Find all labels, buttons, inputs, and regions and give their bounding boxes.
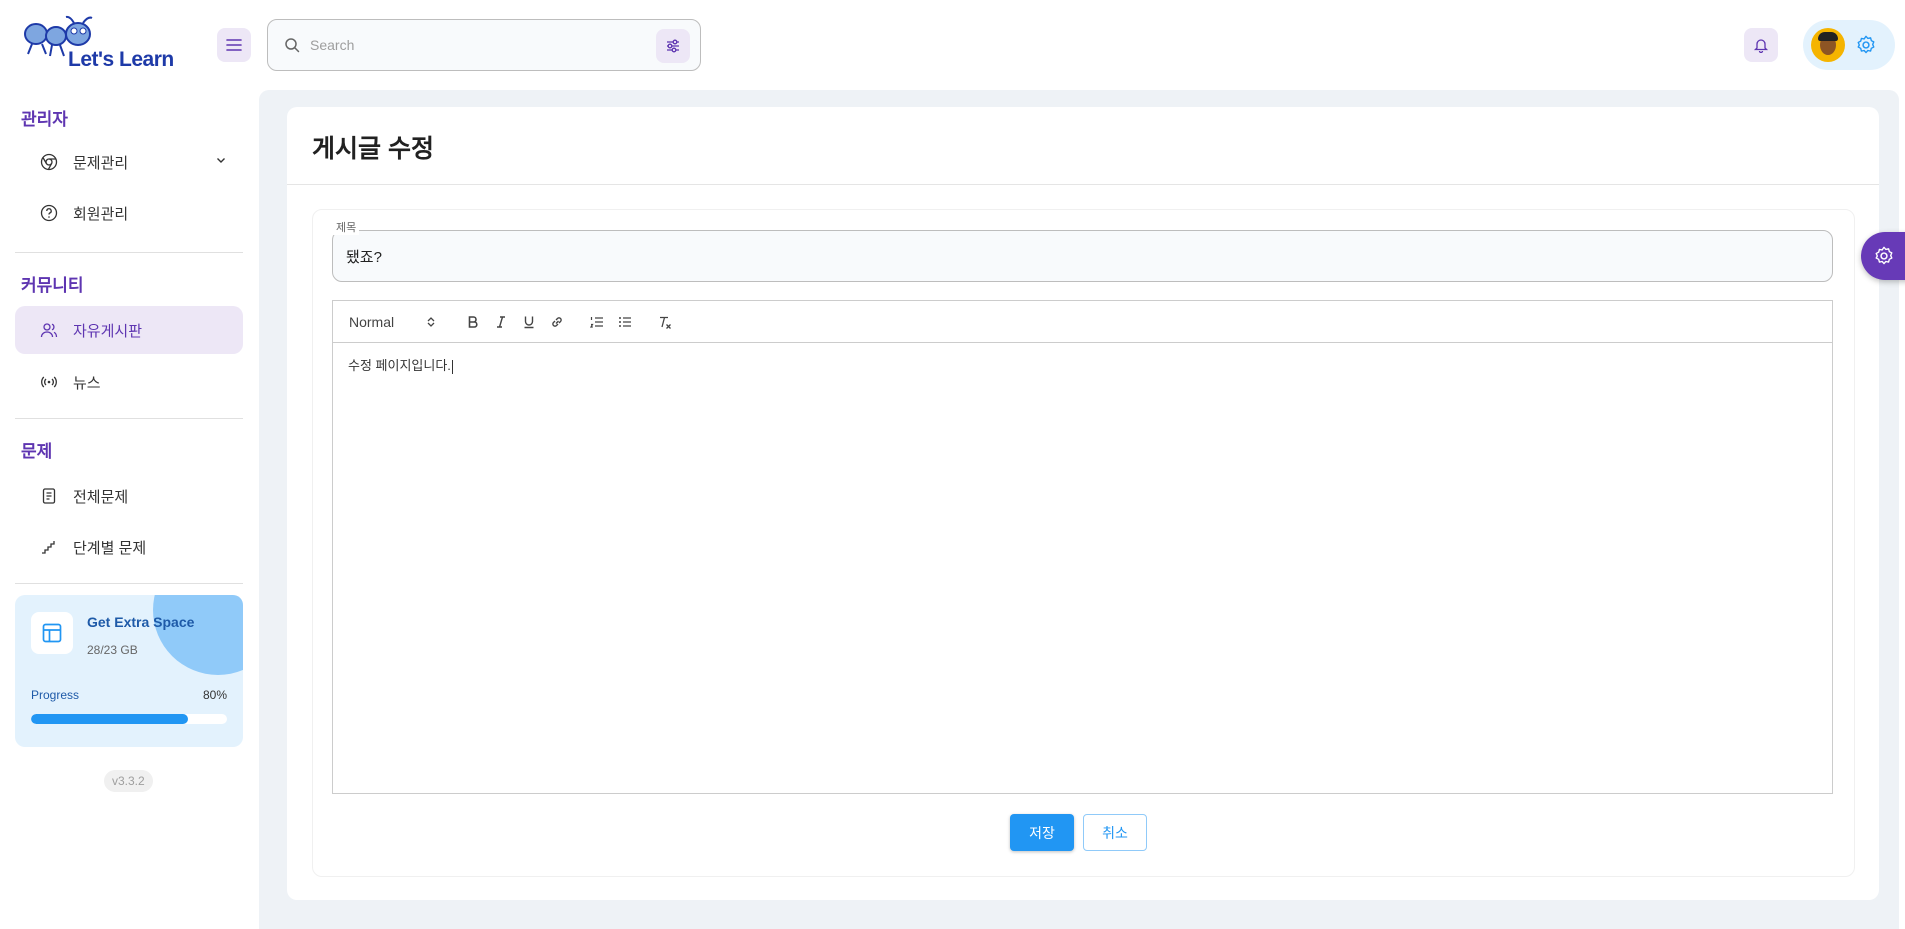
customize-settings-button[interactable]: [1861, 232, 1905, 280]
italic-icon: [497, 315, 505, 328]
format-select-value: Normal: [349, 313, 395, 330]
storage-card: Get Extra Space 28/23 GB Progress 80%: [15, 595, 243, 747]
sidebar-item-label: 회원관리: [73, 205, 129, 223]
main-content: 게시글 수정 제목 Normal: [259, 90, 1899, 929]
bullet-list-icon: [619, 316, 631, 327]
storage-usage: 28/23 GB: [87, 643, 138, 657]
editor-toolbar: Normal: [333, 301, 1832, 343]
logo[interactable]: Let's Learn: [22, 14, 182, 74]
progress-value: 80%: [202, 688, 227, 702]
sidebar-item-free-board[interactable]: 자유게시판: [15, 306, 243, 354]
sidebar-item-member-management[interactable]: 회원관리: [15, 189, 243, 237]
version-badge: v3.3.2: [104, 770, 153, 792]
section-title-admin: 관리자: [21, 110, 68, 129]
notifications-button[interactable]: [1744, 28, 1778, 62]
search-filter-button[interactable]: [656, 29, 690, 63]
save-button[interactable]: 저장: [1010, 814, 1074, 851]
progress-bar-fill: [31, 714, 188, 724]
search-icon: [285, 38, 300, 53]
sidebar: 관리자 문제관리 회원관리 커뮤니티 자유게시판 뉴스 문제 전체문제 단계별 …: [0, 90, 259, 929]
menu-toggle-button[interactable]: [217, 28, 251, 62]
broadcast-icon: [39, 372, 59, 392]
sidebar-item-label: 문제관리: [73, 154, 129, 172]
ordered-list-button[interactable]: [583, 310, 611, 334]
sidebar-item-label: 뉴스: [73, 374, 101, 392]
title-field-label: 제목: [333, 219, 360, 235]
sliders-icon: [667, 39, 679, 53]
search-input[interactable]: [310, 30, 640, 60]
table-icon: [42, 623, 62, 643]
sidebar-item-problem-management[interactable]: 문제관리: [15, 138, 243, 186]
clear-format-icon: [660, 316, 671, 329]
title-input[interactable]: [346, 243, 1746, 269]
editor-content[interactable]: 수정 페이지입니다.: [348, 355, 453, 374]
profile-menu-button[interactable]: [1803, 20, 1895, 70]
users-icon: [39, 320, 59, 340]
progress-bar: [31, 714, 227, 724]
section-title-community: 커뮤니티: [21, 276, 84, 295]
bullet-list-button[interactable]: [611, 310, 639, 334]
text-caret: [451, 359, 453, 374]
sidebar-item-all-problems[interactable]: 전체문제: [15, 472, 243, 520]
stairs-icon: [39, 537, 59, 557]
italic-button[interactable]: [487, 310, 515, 334]
avatar: [1811, 28, 1845, 62]
gear-icon: [1857, 35, 1875, 54]
link-button[interactable]: [543, 310, 571, 334]
chrome-icon: [39, 152, 59, 172]
card-decoration: [153, 595, 243, 675]
clear-format-button[interactable]: [651, 310, 679, 334]
post-form: 제목 Normal 수정 페이지입니다.: [312, 209, 1855, 877]
help-circle-icon: [39, 203, 59, 223]
ordered-list-icon: [590, 316, 603, 328]
menu-icon: [226, 39, 242, 51]
sidebar-item-label: 전체문제: [73, 488, 129, 506]
section-title-problems: 문제: [21, 442, 53, 461]
sidebar-item-label: 단계별 문제: [73, 539, 147, 557]
panel-divider: [287, 184, 1879, 185]
title-field: [332, 230, 1833, 282]
link-icon: [552, 316, 562, 327]
rich-text-editor: Normal 수정 페이지입니다.: [332, 300, 1833, 794]
sidebar-item-label: 자유게시판: [73, 322, 143, 340]
underline-icon: [524, 316, 534, 328]
sidebar-divider: [15, 252, 243, 253]
card-icon-box: [31, 612, 73, 654]
edit-post-panel: 게시글 수정 제목 Normal: [287, 107, 1879, 900]
bold-button[interactable]: [459, 310, 487, 334]
cancel-button[interactable]: 취소: [1083, 814, 1147, 851]
search-box: [267, 19, 701, 71]
document-icon: [39, 486, 59, 506]
sidebar-item-news[interactable]: 뉴스: [15, 358, 243, 406]
bell-icon: [1753, 39, 1769, 53]
gear-icon: [1875, 246, 1893, 265]
sidebar-item-step-problems[interactable]: 단계별 문제: [15, 523, 243, 571]
underline-button[interactable]: [515, 310, 543, 334]
logo-text: Let's Learn: [68, 48, 174, 71]
card-title: Get Extra Space: [87, 614, 195, 630]
chevron-down-icon: [217, 158, 225, 163]
bold-icon: [468, 315, 478, 328]
sidebar-divider: [15, 418, 243, 419]
top-header: Let's Learn: [0, 0, 1905, 90]
select-arrows-icon: [427, 316, 435, 327]
sidebar-divider: [15, 583, 243, 584]
page-title: 게시글 수정: [312, 135, 434, 163]
format-select[interactable]: Normal: [349, 314, 435, 330]
progress-label: Progress: [31, 688, 80, 702]
editor-text: 수정 페이지입니다.: [348, 358, 451, 373]
